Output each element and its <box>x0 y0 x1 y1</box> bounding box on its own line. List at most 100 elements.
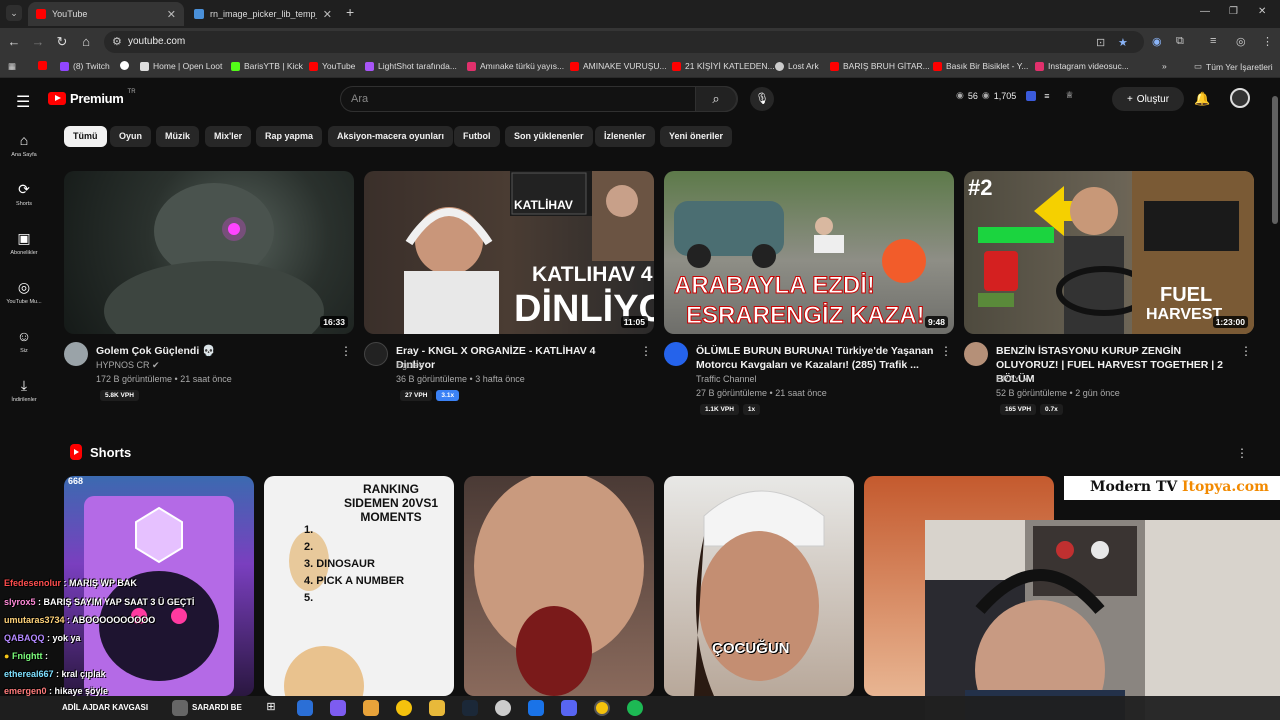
channel-name[interactable]: Traffic Channel <box>696 374 757 384</box>
site-info-icon[interactable]: ⚙ <box>112 35 122 48</box>
profile-icon[interactable]: ◎ <box>1236 35 1246 48</box>
close-tab-icon[interactable]: ✕ <box>167 8 176 21</box>
bookmark-youtube-2[interactable]: YouTube <box>309 61 355 71</box>
account-avatar[interactable] <box>1230 88 1250 108</box>
new-tab-button[interactable]: + <box>346 4 354 20</box>
video-title[interactable]: BENZİN İSTASYONU KURUP ZENGİN OLUYORUZ! … <box>996 344 1236 386</box>
chip-mixes[interactable]: Mix'ler <box>205 126 252 147</box>
extension-stats[interactable]: ◉ 56 ◉ 1,705 ≡ ♕ <box>956 90 1074 101</box>
more-actions-icon[interactable]: ⋮ <box>340 344 352 358</box>
guide-menu-icon[interactable]: ☰ <box>16 92 30 112</box>
home-button[interactable]: ⌂ <box>78 34 94 49</box>
video-card[interactable]: ARABAYLA EZDİ! ESRARENGİZ KAZA! 9:48 ÖLÜ… <box>664 171 954 415</box>
trophy-icon[interactable]: ♕ <box>1066 90 1074 101</box>
close-window-button[interactable]: ✕ <box>1258 6 1266 17</box>
chip-gaming[interactable]: Oyun <box>110 126 152 147</box>
channel-avatar[interactable] <box>364 342 388 366</box>
guide-item-shorts[interactable]: ⟳ Shorts <box>0 181 48 207</box>
extension-icon[interactable]: ◉ <box>1152 35 1162 48</box>
search-button[interactable]: ⌕ <box>695 86 737 112</box>
taskview-icon[interactable]: ⊞ <box>263 700 279 716</box>
video-card[interactable]: 16:33 Golem Çok Güçlendi 💀 ⋮ HYPNOS CR ✔… <box>64 171 354 412</box>
guide-item-subscriptions[interactable]: ▣ Abonelikler <box>0 230 48 256</box>
bookmark-instagram-2[interactable]: Instagram videosuc... <box>1035 61 1129 71</box>
bookmark-twitch[interactable]: (8) Twitch <box>60 61 110 71</box>
obs-icon[interactable] <box>495 700 511 716</box>
bookmark-kick[interactable]: BarisYTB | Kick <box>231 61 303 71</box>
chip-music[interactable]: Müzik <box>156 126 200 147</box>
bookmark-instagram-1[interactable]: Amınake türkü yayıs... <box>467 61 564 71</box>
store-icon[interactable] <box>363 700 379 716</box>
steam-icon[interactable] <box>462 700 478 716</box>
chip-recent[interactable]: Son yüklenenler <box>505 126 593 147</box>
channel-avatar[interactable] <box>964 342 988 366</box>
apps-grid-icon[interactable]: ▦ <box>8 61 16 72</box>
chip-watched[interactable]: İzlenenler <box>595 126 655 147</box>
video-thumbnail[interactable]: 16:33 <box>64 171 354 334</box>
more-actions-icon[interactable]: ⋮ <box>640 344 652 358</box>
channel-name[interactable]: HYPNOS CR ✔ <box>96 360 160 371</box>
reading-list-icon[interactable]: ≡ <box>1210 35 1216 47</box>
back-button[interactable]: ← <box>6 34 22 49</box>
notifications-bell-icon[interactable]: 🔔 <box>1194 91 1210 107</box>
video-thumbnail[interactable]: #2 FUEL HARVEST 1:23:00 <box>964 171 1254 334</box>
bookmark-yt-21kisi[interactable]: 21 KİŞİYİ KATLEDEN... <box>672 61 775 71</box>
tab-search-button[interactable]: ⌄ <box>6 5 22 21</box>
extension-square-icon[interactable] <box>1026 90 1037 101</box>
bookmark-lost-ark[interactable]: Lost Ark <box>775 61 819 71</box>
app-icon[interactable] <box>172 700 188 716</box>
bookmark-chrome[interactable] <box>120 61 129 70</box>
more-actions-icon[interactable]: ⋮ <box>940 344 952 358</box>
short-card[interactable]: RANKING SIDEMEN 20VS1 MOMENTS 1. 2. 3. D… <box>264 476 454 696</box>
discord-icon[interactable] <box>561 700 577 716</box>
chip-rap[interactable]: Rap yapma <box>256 126 323 147</box>
channel-avatar[interactable] <box>64 342 88 366</box>
tab-image-picker[interactable]: rn_image_picker_lib_temp_4e8d ✕ <box>186 2 340 26</box>
voice-search-button[interactable]: 🎙 <box>750 87 774 111</box>
video-card[interactable]: KATLİHAV KATLIHAV 4 DİNLİYOR 11:05 Eray … <box>364 171 654 412</box>
list-icon[interactable]: ≡ <box>1044 91 1049 101</box>
guide-item-you[interactable]: ☺ Siz <box>0 328 48 354</box>
restore-button[interactable]: ❐ <box>1229 6 1238 17</box>
chrome-active-icon[interactable] <box>594 700 610 716</box>
chip-new-to-you[interactable]: Yeni öneriler <box>660 126 733 147</box>
bookmark-yt-aminake[interactable]: AMINAKE VURUŞU... <box>570 61 667 71</box>
chip-action-adventure[interactable]: Aksiyon-macera oyunları <box>328 126 454 147</box>
app-icon[interactable] <box>297 700 313 716</box>
shorts-more-icon[interactable]: ⋮ <box>1236 446 1248 460</box>
video-title[interactable]: ÖLÜMLE BURUN BURUNA! Türkiye'de Yaşanan … <box>696 344 936 372</box>
file-explorer-icon[interactable] <box>429 700 445 716</box>
youtube-logo[interactable]: Premium TR <box>48 89 136 106</box>
close-tab-icon[interactable]: ✕ <box>323 8 332 21</box>
minimize-button[interactable]: — <box>1200 6 1210 17</box>
chip-football[interactable]: Futbol <box>454 126 500 147</box>
more-bookmarks-icon[interactable]: » <box>1162 61 1167 71</box>
channel-avatar[interactable] <box>664 342 688 366</box>
bookmark-star-icon[interactable]: ★ <box>1118 36 1128 49</box>
forward-button[interactable]: → <box>30 34 46 49</box>
video-title[interactable]: Eray - KNGL X ORGANİZE - KATLİHAV 4 Dinl… <box>396 344 636 372</box>
video-card[interactable]: #2 FUEL HARVEST 1:23:00 BENZİN İSTASYONU… <box>964 171 1254 415</box>
video-title[interactable]: Golem Çok Güçlendi 💀 <box>96 344 336 358</box>
bookmark-openloot[interactable]: Home | Open Loot <box>140 61 222 71</box>
guide-item-music[interactable]: ◎ YouTube Mu... <box>0 279 48 305</box>
channel-name[interactable]: Egolee <box>396 360 424 370</box>
extensions-puzzle-icon[interactable]: ⧉ <box>1176 35 1184 48</box>
url-text[interactable]: youtube.com <box>128 36 185 47</box>
short-card[interactable] <box>464 476 654 696</box>
video-thumbnail[interactable]: KATLİHAV KATLIHAV 4 DİNLİYOR 11:05 <box>364 171 654 334</box>
spotify-icon[interactable] <box>627 700 643 716</box>
bookmark-yt-bisiklet[interactable]: Basık Bir Bisiklet - Y... <box>933 61 1028 71</box>
bookmark-lightshot[interactable]: LightShot tarafında... <box>365 61 457 71</box>
reload-button[interactable]: ↻ <box>54 34 70 50</box>
guide-item-downloads[interactable]: ⤓ İndirilenler <box>0 377 48 403</box>
all-bookmarks-folder[interactable]: ▭ Tüm Yer İşaretleri <box>1194 61 1273 72</box>
browser-menu-icon[interactable]: ⋮ <box>1262 35 1273 48</box>
bookmark-yt-baris[interactable]: BARIŞ BRUH GİTAR... <box>830 61 930 71</box>
page-scrollbar[interactable] <box>1272 96 1278 224</box>
guide-item-home[interactable]: ⌂ Ana Sayfa <box>0 132 48 158</box>
tab-youtube[interactable]: YouTube ✕ <box>28 2 184 26</box>
video-thumbnail[interactable]: ARABAYLA EZDİ! ESRARENGİZ KAZA! 9:48 <box>664 171 954 334</box>
copilot-icon[interactable] <box>330 700 346 716</box>
omnibox[interactable]: ⚙ youtube.com ⊡ ★ <box>104 31 1144 53</box>
